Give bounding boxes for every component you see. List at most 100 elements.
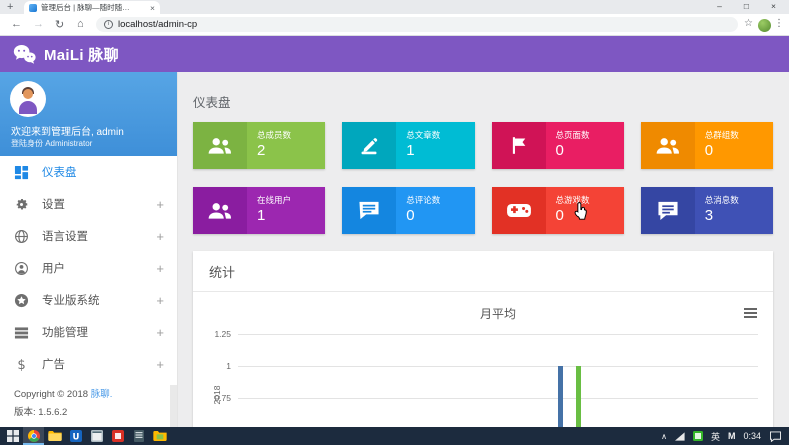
taskbar-start-icon[interactable] <box>2 427 23 445</box>
taskbar-documents-folder-icon[interactable] <box>149 427 170 445</box>
chart-hamburger-menu-icon[interactable] <box>744 308 757 320</box>
stat-card[interactable]: 在线用户 1 <box>193 187 325 234</box>
tab-title: 管理后台 | 脉聊—随时随… <box>41 2 146 13</box>
minimize-button[interactable]: – <box>706 0 733 14</box>
stat-card[interactable]: 总群组数 0 <box>641 122 773 169</box>
chart-bar-series-green <box>576 366 581 427</box>
chart-bar-series-blue <box>558 366 563 427</box>
stat-card-label: 总页面数 <box>556 129 624 141</box>
sidebar-item-dashboard[interactable]: 仪表盘 <box>0 156 178 188</box>
stat-card-value: 0 <box>556 207 624 224</box>
messages-icon <box>641 187 695 234</box>
main-content: 仪表盘 总成员数 2 总文章数 1 总页面数 0 总群组数 0 在线用户 <box>178 72 789 427</box>
bookmark-star-icon[interactable]: ☆ <box>744 18 753 29</box>
sidebar-item-label: 功能管理 <box>42 324 154 340</box>
stat-card[interactable]: 总评论数 0 <box>342 187 474 234</box>
stat-card-value: 1 <box>257 207 325 224</box>
chart-gridline <box>238 334 758 335</box>
sidebar-item-label: 专业版系统 <box>42 292 154 308</box>
stat-card-value: 0 <box>705 142 773 159</box>
stat-card[interactable]: 总文章数 1 <box>342 122 474 169</box>
new-tab-button[interactable]: + <box>7 0 13 14</box>
sidebar-footer: Copyright © 2018 脉聊. 版本: 1.5.6.2 <box>14 386 112 418</box>
chart-title: 月平均 <box>238 305 758 322</box>
back-icon[interactable]: ← <box>11 18 22 30</box>
ime-indicator[interactable]: 英 <box>711 430 720 443</box>
chart-ytick-label: 1 <box>193 361 231 371</box>
bars-icon <box>14 325 29 340</box>
svg-text:$: $ <box>17 358 25 372</box>
tray-chevron-icon[interactable]: ∧ <box>661 432 667 441</box>
star-icon <box>14 293 29 308</box>
action-center-icon[interactable] <box>769 431 782 442</box>
stat-card[interactable]: 总消息数 3 <box>641 187 773 234</box>
copyright-brand-link[interactable]: 脉聊. <box>91 389 113 400</box>
chart-gridline <box>238 398 758 399</box>
stat-card-value: 0 <box>406 207 474 224</box>
taskbar-chrome-icon[interactable] <box>23 427 44 445</box>
m-app-tray-icon[interactable]: M <box>728 431 736 441</box>
address-bar[interactable]: i localhost/admin-cp <box>96 17 738 32</box>
site-info-icon[interactable]: i <box>104 20 113 29</box>
stat-card-value: 0 <box>556 142 624 159</box>
tab-close-icon[interactable]: × <box>150 3 155 13</box>
sidebar-item-label: 广告 <box>42 356 154 372</box>
gear-icon <box>14 197 29 212</box>
expand-plus-icon[interactable]: + <box>154 325 164 340</box>
svg-text:U: U <box>72 433 79 443</box>
flag-icon <box>492 122 546 169</box>
stat-card-label: 总评论数 <box>406 194 474 206</box>
close-button[interactable]: × <box>760 0 787 14</box>
sidebar-item-bars[interactable]: 功能管理 + <box>0 316 178 348</box>
sidebar-item-globe[interactable]: 语言设置 + <box>0 220 178 252</box>
copyright-text: Copyright © 2018 <box>14 389 88 400</box>
browser-menu-icon[interactable]: ⋮ <box>774 18 784 29</box>
maximize-button[interactable]: □ <box>733 0 760 14</box>
browser-tabstrip: + 管理后台 | 脉聊—随时随… × – □ × <box>0 0 789 14</box>
chart: 月平均 2018 1.2510.750.5 <box>193 292 773 427</box>
sidebar-item-user[interactable]: 用户 + <box>0 252 178 284</box>
stat-card-label: 总群组数 <box>705 129 773 141</box>
reload-icon[interactable]: ↻ <box>55 18 64 31</box>
expand-plus-icon[interactable]: + <box>154 197 164 212</box>
user-avatar <box>10 81 46 117</box>
stat-cards-grid: 总成员数 2 总文章数 1 总页面数 0 总群组数 0 在线用户 1 <box>193 122 773 234</box>
page-title: 仪表盘 <box>193 72 773 111</box>
stat-card[interactable]: 总游戏数 0 <box>492 187 624 234</box>
expand-plus-icon[interactable]: + <box>154 293 164 308</box>
expand-plus-icon[interactable]: + <box>154 229 164 244</box>
clock[interactable]: 0:34 <box>743 431 761 441</box>
sidebar-item-label: 用户 <box>42 260 154 276</box>
taskbar-red-app-icon[interactable] <box>107 427 128 445</box>
url-text: localhost/admin-cp <box>118 19 197 30</box>
online-users-icon <box>193 187 247 234</box>
user-icon <box>14 261 29 276</box>
stat-card[interactable]: 总页面数 0 <box>492 122 624 169</box>
sidebar-item-label: 设置 <box>42 196 154 212</box>
browser-profile-avatar[interactable] <box>758 19 771 32</box>
taskbar-window-app-icon[interactable] <box>86 427 107 445</box>
forward-icon[interactable]: → <box>33 18 44 30</box>
chart-ytick-label: 1.25 <box>193 329 231 339</box>
expand-plus-icon[interactable]: + <box>154 357 164 372</box>
taskbar-u-app-icon[interactable]: U <box>65 427 86 445</box>
sidebar-scrollbar[interactable] <box>170 385 177 427</box>
network-icon[interactable] <box>675 432 685 441</box>
welcome-text: 欢迎来到管理后台, admin <box>11 123 124 138</box>
taskbar-notebook-app-icon[interactable] <box>128 427 149 445</box>
sidebar-item-dollar[interactable]: $ 广告 + <box>0 348 178 380</box>
tray-app-icon[interactable] <box>693 431 703 441</box>
taskbar-explorer-icon[interactable] <box>44 427 65 445</box>
dashboard-icon <box>14 165 29 180</box>
tab-favicon-icon <box>29 4 37 12</box>
stats-panel-title: 统计 <box>193 251 773 292</box>
stat-card-value: 2 <box>257 142 325 159</box>
sidebar-menu: 仪表盘 设置 + 语言设置 + 用户 + 专业版系统 + 功能管理 + $ 广告… <box>0 156 178 380</box>
stat-card[interactable]: 总成员数 2 <box>193 122 325 169</box>
sidebar-item-star[interactable]: 专业版系统 + <box>0 284 178 316</box>
home-icon[interactable]: ⌂ <box>77 18 84 30</box>
expand-plus-icon[interactable]: + <box>154 261 164 276</box>
sidebar-item-gear[interactable]: 设置 + <box>0 188 178 220</box>
sidebar-profile: 欢迎来到管理后台, admin 登陆身份 Administrator <box>0 72 177 156</box>
browser-tab[interactable]: 管理后台 | 脉聊—随时随… × <box>24 1 160 14</box>
